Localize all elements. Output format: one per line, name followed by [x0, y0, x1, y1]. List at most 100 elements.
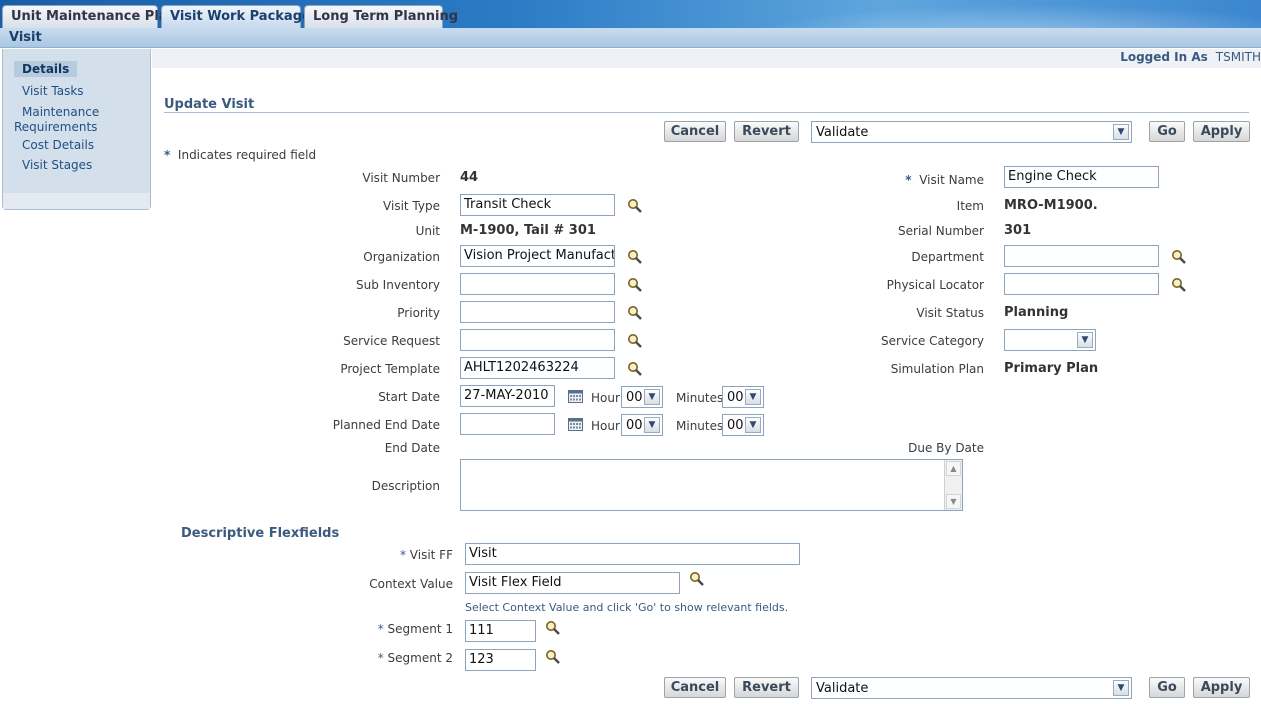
go-button[interactable]: Go: [1149, 121, 1185, 142]
end-hour-label: Hour: [591, 419, 620, 433]
visit-ff-input[interactable]: Visit: [465, 543, 800, 565]
action-select[interactable]: Validate ▼: [811, 121, 1132, 143]
organization-label: Organization: [363, 250, 440, 264]
start-minutes-select[interactable]: 00 ▼: [722, 386, 764, 408]
sidenav-item-cost-details[interactable]: Cost Details: [22, 138, 94, 152]
sub-inventory-label: Sub Inventory: [356, 278, 440, 292]
start-date-label: Start Date: [378, 390, 440, 404]
visit-type-input[interactable]: Transit Check: [460, 194, 615, 216]
start-hour-select[interactable]: 00 ▼: [621, 386, 663, 408]
end-minutes-select[interactable]: 00 ▼: [722, 414, 764, 436]
context-value-input[interactable]: Visit Flex Field: [465, 572, 680, 594]
segment-1-input[interactable]: 111: [465, 620, 536, 642]
magnifier-icon[interactable]: [627, 361, 643, 377]
magnifier-icon[interactable]: [627, 249, 643, 265]
required-star: *: [164, 148, 171, 162]
required-note: * Indicates required field: [164, 148, 316, 162]
priority-input[interactable]: [460, 301, 615, 323]
end-hour-select[interactable]: 00 ▼: [621, 414, 663, 436]
chevron-down-icon: ▼: [745, 417, 761, 433]
unit-label: Unit: [415, 224, 440, 238]
visit-number-label: Visit Number: [362, 171, 440, 185]
service-category-label: Service Category: [881, 334, 984, 348]
calendar-icon[interactable]: [568, 389, 583, 403]
visit-name-label: * Visit Name: [905, 173, 984, 187]
sidenav-footer: [3, 193, 150, 209]
tab-visit-work-package[interactable]: Visit Work Package: [161, 5, 311, 28]
required-star: *: [377, 622, 384, 636]
end-date-label: End Date: [384, 441, 440, 455]
sidenav-item-requirements[interactable]: Requirements: [14, 120, 97, 134]
apply-button-bottom[interactable]: Apply: [1193, 677, 1250, 698]
magnifier-icon[interactable]: [627, 333, 643, 349]
user-bar: [152, 49, 1261, 68]
end-minutes-value: 00: [727, 418, 744, 433]
sidenav-item-visit-tasks[interactable]: Visit Tasks: [22, 84, 84, 98]
visit-name-input[interactable]: Engine Check: [1004, 166, 1159, 188]
visit-status-label: Visit Status: [916, 306, 984, 320]
service-request-input[interactable]: [460, 329, 615, 351]
go-button-bottom[interactable]: Go: [1149, 677, 1185, 698]
action-select-bottom[interactable]: Validate ▼: [811, 677, 1132, 699]
magnifier-icon[interactable]: [627, 305, 643, 321]
description-textarea[interactable]: ▲ ▼: [460, 459, 963, 511]
end-hour-value: 00: [626, 418, 643, 433]
physical-locator-input[interactable]: [1004, 273, 1159, 295]
simulation-plan-label: Simulation Plan: [890, 362, 984, 376]
visit-type-label: Visit Type: [383, 199, 440, 213]
organization-input[interactable]: Vision Project Manufacturing: [460, 245, 615, 267]
magnifier-icon[interactable]: [1171, 277, 1187, 293]
scroll-up-icon[interactable]: ▲: [946, 461, 961, 476]
serial-number-value: 301: [1004, 223, 1032, 238]
cancel-button-bottom[interactable]: Cancel: [664, 677, 726, 698]
sidenav-item-details[interactable]: Details: [14, 61, 78, 77]
revert-button-bottom[interactable]: Revert: [734, 677, 799, 698]
magnifier-icon[interactable]: [627, 198, 643, 214]
segment-2-input[interactable]: 123: [465, 649, 536, 671]
due-by-date-label: Due By Date: [908, 441, 984, 455]
apply-button[interactable]: Apply: [1193, 121, 1250, 142]
magnifier-icon[interactable]: [627, 277, 643, 293]
service-request-label: Service Request: [343, 334, 440, 348]
logged-in-indicator: Logged In As TSMITH: [1120, 50, 1261, 64]
sub-tab-bar: Visit: [0, 28, 1261, 48]
visit-name-label-text: Visit Name: [919, 173, 984, 187]
tab-unit-maintenance-plan[interactable]: Unit Maintenance Plan: [2, 5, 177, 28]
title-divider: [164, 112, 1249, 113]
item-label: Item: [956, 199, 984, 213]
project-template-input[interactable]: AHLT1202463224: [460, 357, 615, 379]
sidenav-item-maintenance[interactable]: Maintenance: [22, 105, 99, 119]
planned-end-date-input[interactable]: [460, 413, 555, 435]
revert-button[interactable]: Revert: [734, 121, 799, 142]
user-name: TSMITH: [1215, 50, 1261, 64]
project-template-label: Project Template: [340, 362, 440, 376]
end-minutes-label: Minutes: [676, 419, 724, 433]
serial-number-label: Serial Number: [898, 224, 984, 238]
service-category-select[interactable]: ▼: [1004, 329, 1096, 351]
magnifier-icon[interactable]: [1171, 249, 1187, 265]
chevron-down-icon: ▼: [644, 389, 660, 405]
context-value-label: Context Value: [369, 577, 453, 591]
cancel-button[interactable]: Cancel: [664, 121, 726, 142]
sidenav-item-visit-stages[interactable]: Visit Stages: [22, 158, 92, 172]
context-hint: Select Context Value and click 'Go' to s…: [465, 601, 789, 614]
start-minutes-label: Minutes: [676, 391, 724, 405]
calendar-icon[interactable]: [568, 417, 583, 431]
segment-2-label: * Segment 2: [378, 651, 453, 665]
logged-in-label: Logged In As: [1120, 50, 1208, 64]
scroll-down-icon[interactable]: ▼: [946, 494, 961, 509]
department-input[interactable]: [1004, 245, 1159, 267]
start-date-input[interactable]: 27-MAY-2010: [460, 385, 555, 407]
priority-label: Priority: [397, 306, 440, 320]
unit-value: M-1900, Tail # 301: [460, 223, 596, 238]
magnifier-icon[interactable]: [545, 620, 561, 636]
required-star: *: [399, 548, 406, 562]
department-label: Department: [911, 250, 984, 264]
sub-inventory-input[interactable]: [460, 273, 615, 295]
sub-tab-visit[interactable]: Visit: [9, 30, 42, 45]
tab-long-term-planning[interactable]: Long Term Planning: [304, 5, 458, 28]
magnifier-icon[interactable]: [545, 649, 561, 665]
required-star: *: [377, 651, 384, 665]
magnifier-icon[interactable]: [689, 571, 705, 587]
description-scrollbar[interactable]: ▲ ▼: [944, 460, 962, 510]
